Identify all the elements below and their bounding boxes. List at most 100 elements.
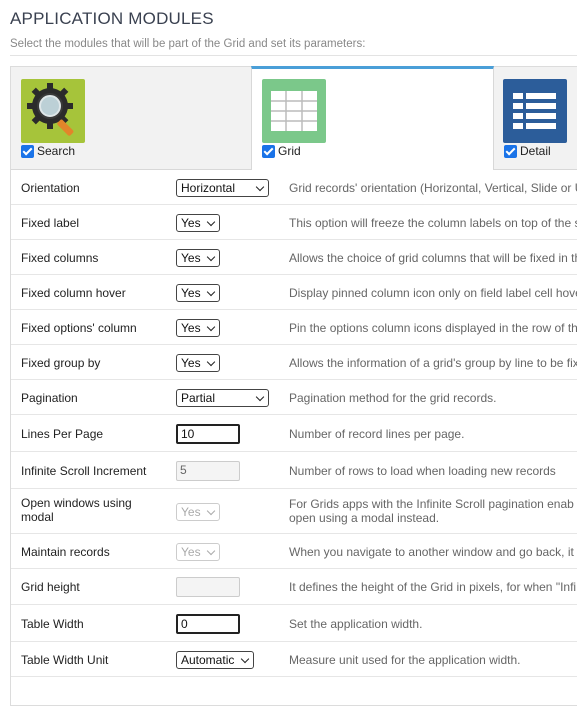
setting-label: Lines Per Page [21, 427, 103, 441]
setting-select[interactable]: Yes [176, 283, 220, 302]
setting-select[interactable]: Yes [176, 213, 220, 232]
setting-label: Table Width [21, 617, 84, 631]
setting-input [176, 577, 240, 597]
setting-select[interactable]: Automatic [176, 650, 254, 669]
setting-label: Fixed label [21, 216, 79, 230]
setting-label: Orientation [21, 181, 80, 195]
setting-input: 5 [176, 460, 240, 481]
setting-description: Set the application width. [289, 617, 422, 631]
setting-description: This option will freeze the column label… [289, 216, 577, 230]
setting-description: It defines the height of the Grid in pix… [289, 580, 576, 594]
setting-input[interactable]: 10 [176, 423, 240, 444]
chevron-down-icon [206, 217, 216, 226]
setting-description-text: This option will freeze the column label… [289, 215, 577, 230]
page-title: APPLICATION MODULES [10, 9, 214, 28]
module-check-grid[interactable]: Grid [262, 144, 301, 158]
select-value: Yes [181, 355, 201, 370]
setting-label: Fixed options' column [21, 321, 137, 335]
setting-description-text: For Grids apps with the Infinite Scroll … [289, 497, 574, 511]
detail-list-icon [503, 79, 567, 143]
select-value: Yes [181, 215, 201, 230]
checkbox[interactable] [21, 144, 34, 158]
select-value: Yes [181, 504, 201, 519]
settings-table: Orientation Horizontal Grid records' orien… [11, 170, 577, 677]
settings-row: Fixed options' column Yes Pin the options … [11, 310, 577, 345]
module-label-detail: Detail [520, 144, 551, 158]
setting-label-text: Orientation [21, 180, 80, 195]
setting-label: Maintain records [21, 545, 110, 559]
settings-row: Pagination Partial Pagination method for t… [11, 380, 577, 415]
chevron-down-icon [255, 392, 265, 401]
setting-input[interactable]: 0 [176, 613, 240, 634]
setting-description-text: Allows the choice of grid columns that w… [289, 250, 577, 265]
magnifier-gear-icon [21, 79, 85, 143]
setting-label-text: Grid height [21, 580, 80, 594]
page-subtitle: Select the modules that will be part of … [10, 38, 366, 50]
setting-description: Number of record lines per page. [289, 427, 464, 441]
module-check-search[interactable]: Search [21, 144, 75, 158]
setting-select[interactable]: Horizontal [176, 178, 269, 197]
setting-description: Measure unit used for the application wi… [289, 653, 520, 667]
setting-label-text: Fixed label [21, 215, 80, 230]
setting-description-text: Number of rows to load when loading new … [289, 463, 556, 478]
settings-row: Fixed group by Yes Allows the information … [11, 345, 577, 380]
setting-label-text: Fixed columns [21, 250, 99, 265]
select-value: Horizontal [181, 180, 236, 195]
setting-description-text: Pagination method for the grid records. [289, 390, 497, 405]
module-tab-detail[interactable]: Detail [494, 67, 577, 170]
setting-description: Pagination method for the grid records. [289, 391, 496, 405]
setting-description: When you navigate to another window and … [289, 545, 574, 559]
setting-description-text: Grid records' orientation (Horizontal, V… [289, 180, 577, 195]
checkbox[interactable] [504, 144, 517, 158]
chevron-down-icon [255, 182, 265, 191]
setting-select[interactable]: Yes [176, 353, 220, 372]
setting-description-text: Allows the information of a grid's group… [289, 355, 577, 370]
setting-description: Pin the options column icons displayed i… [289, 321, 577, 335]
settings-row: Fixed columns Yes Allows the choice of gri… [11, 240, 577, 275]
settings-row: Grid height It defines the height of the … [11, 569, 577, 605]
module-label-grid: Grid [278, 144, 301, 158]
setting-label: Open windows using modal [21, 496, 132, 524]
module-tab-grid[interactable]: Grid [251, 66, 494, 170]
settings-row: Table Width 0 Set the application width. [11, 605, 577, 642]
chevron-down-icon [206, 357, 216, 366]
checkbox[interactable] [262, 144, 275, 158]
setting-label-text: Lines Per Page [21, 426, 104, 441]
settings-row: Lines Per Page 10 Number of record lines p… [11, 415, 577, 452]
setting-label-text: Pagination [21, 390, 78, 405]
module-tabs: Search Grid Detail [11, 66, 577, 170]
setting-select: Yes [176, 502, 220, 521]
setting-description-text: Set the application width. [289, 616, 423, 631]
setting-description: For Grids apps with the Infinite Scroll … [289, 497, 574, 525]
setting-label: Fixed column hover [21, 286, 126, 300]
setting-label: Infinite Scroll Increment [21, 464, 146, 478]
chevron-down-icon [206, 287, 216, 296]
module-label-search: Search [37, 144, 76, 158]
setting-label-text: Infinite Scroll Increment [21, 463, 147, 478]
module-tab-search[interactable]: Search [11, 67, 251, 170]
setting-select[interactable]: Partial [176, 388, 269, 407]
select-value: Yes [181, 250, 201, 265]
setting-description-text: Display pinned column icon only on field… [289, 285, 577, 300]
setting-label-text: Maintain records [21, 544, 110, 559]
chevron-down-icon [206, 546, 216, 555]
setting-select[interactable]: Yes [176, 318, 220, 337]
setting-description-text-line2: open using a modal instead. [289, 511, 440, 525]
setting-description: Grid records' orientation (Horizontal, V… [289, 181, 577, 195]
setting-label: Fixed columns [21, 251, 98, 265]
setting-description-text: When you navigate to another window and … [289, 544, 574, 559]
select-value: Automatic [181, 652, 235, 667]
module-check-detail[interactable]: Detail [504, 144, 551, 158]
settings-row: Table Width Unit Automatic Measure unit us… [11, 642, 577, 677]
settings-row: Orientation Horizontal Grid records' orien… [11, 170, 577, 205]
setting-label: Fixed group by [21, 356, 100, 370]
setting-label-text: Fixed options' column [21, 320, 137, 335]
setting-description-text: Measure unit used for the application wi… [289, 652, 521, 667]
divider [10, 55, 577, 56]
setting-label-text: Table Width [21, 616, 84, 631]
chevron-down-icon [206, 506, 216, 515]
setting-label-text-line2: modal [21, 510, 54, 524]
setting-description: Allows the information of a grid's group… [289, 356, 577, 370]
setting-select[interactable]: Yes [176, 248, 220, 267]
setting-label-text: Table Width Unit [21, 652, 109, 667]
